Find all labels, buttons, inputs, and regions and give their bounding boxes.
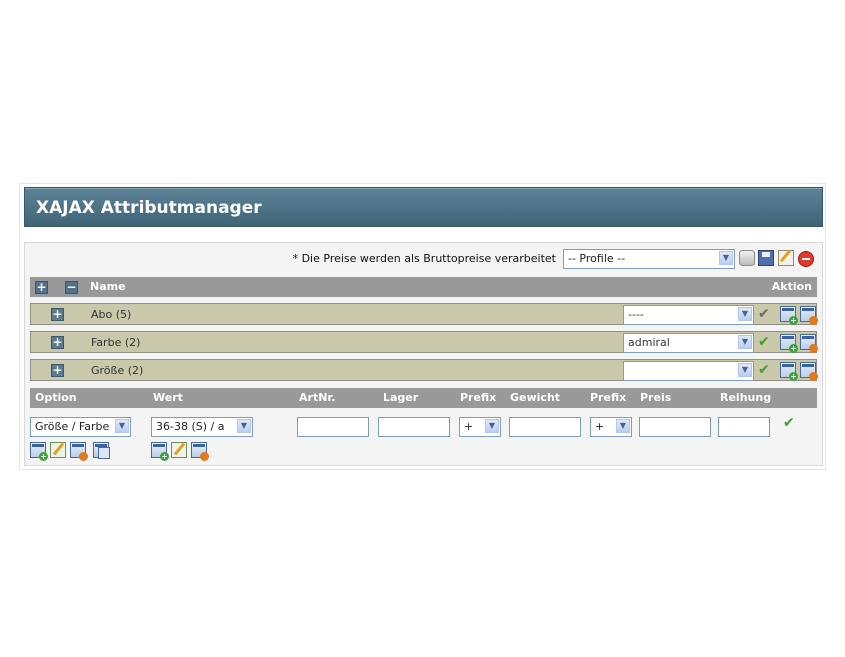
attribute-value-select[interactable]: ▼ bbox=[623, 361, 754, 381]
wert-select[interactable]: 36-38 (S) / a ▼ bbox=[151, 417, 253, 437]
page-title: XAJAX Attributmanager bbox=[36, 198, 262, 218]
lager-label: Lager bbox=[383, 391, 419, 404]
gewicht-input[interactable] bbox=[509, 417, 581, 437]
attribute-row-farbe: + Farbe (2) admiral ▼ ✔ bbox=[30, 331, 818, 353]
option-select-value: Größe / Farbe bbox=[35, 420, 110, 433]
attribute-value-select-value: admiral bbox=[628, 336, 670, 349]
column-name-label: Name bbox=[90, 280, 126, 293]
chevron-down-icon[interactable]: ▼ bbox=[738, 335, 752, 349]
prefix-label: Prefix bbox=[460, 391, 497, 404]
edit-option-icon[interactable] bbox=[50, 442, 66, 458]
remove-option-icon[interactable] bbox=[70, 442, 88, 461]
option-select[interactable]: Größe / Farbe ▼ bbox=[30, 417, 131, 437]
column-action-label: Aktion bbox=[771, 280, 812, 293]
chevron-down-icon[interactable]: ▼ bbox=[719, 251, 733, 265]
attribute-row-groesse: + Größe (2) ▼ ✔ bbox=[30, 359, 818, 381]
preis-label: Preis bbox=[640, 391, 672, 404]
edit-icon[interactable] bbox=[778, 250, 794, 266]
lager-input[interactable] bbox=[378, 417, 450, 437]
add-window-icon[interactable] bbox=[780, 334, 798, 353]
profile-select[interactable]: -- Profile -- ▼ bbox=[563, 249, 735, 269]
remove-window-icon[interactable] bbox=[800, 362, 818, 381]
chevron-down-icon[interactable]: ▼ bbox=[485, 419, 499, 433]
database-icon[interactable] bbox=[739, 250, 755, 266]
chevron-down-icon[interactable]: ▼ bbox=[115, 419, 129, 433]
attribute-value-select-value: ---- bbox=[628, 308, 644, 321]
attribute-name: Größe (2) bbox=[91, 364, 144, 377]
wert-select-value: 36-38 (S) / a bbox=[156, 420, 225, 433]
expand-icon[interactable]: + bbox=[51, 308, 64, 321]
price-notice: * Die Preise werden als Bruttopreise ver… bbox=[292, 252, 556, 265]
expand-icon[interactable]: + bbox=[51, 336, 64, 349]
attribute-value-select[interactable]: ---- ▼ bbox=[623, 305, 754, 325]
attribute-name: Farbe (2) bbox=[91, 336, 141, 349]
reihung-label: Reihung bbox=[720, 391, 772, 404]
edit-value-icon[interactable] bbox=[171, 442, 187, 458]
remove-window-icon[interactable] bbox=[800, 334, 818, 353]
attribute-value-select[interactable]: admiral ▼ bbox=[623, 333, 754, 353]
remove-value-icon[interactable] bbox=[191, 442, 209, 461]
add-value-icon[interactable] bbox=[151, 442, 169, 461]
chevron-down-icon[interactable]: ▼ bbox=[738, 307, 752, 321]
main-panel: * Die Preise werden als Bruttopreise ver… bbox=[24, 242, 823, 466]
expand-icon[interactable]: + bbox=[51, 364, 64, 377]
chevron-down-icon[interactable]: ▼ bbox=[738, 363, 752, 377]
gewicht-label: Gewicht bbox=[510, 391, 561, 404]
checkmark-icon[interactable]: ✔ bbox=[758, 306, 770, 322]
attribute-name: Abo (5) bbox=[91, 308, 132, 321]
add-option-icon[interactable] bbox=[30, 442, 48, 461]
add-window-icon[interactable] bbox=[780, 362, 798, 381]
remove-window-icon[interactable] bbox=[800, 306, 818, 325]
prefix-select-value: + bbox=[595, 420, 605, 433]
reihung-input[interactable] bbox=[718, 417, 770, 437]
prefix-label: Prefix bbox=[590, 391, 627, 404]
collapse-all-icon[interactable]: − bbox=[65, 281, 78, 294]
save-icon[interactable] bbox=[758, 250, 774, 266]
checkmark-icon[interactable]: ✔ bbox=[783, 415, 795, 431]
attribute-row-abo: + Abo (5) ---- ▼ ✔ bbox=[30, 303, 818, 325]
attribute-manager-frame: XAJAX Attributmanager * Die Preise werde… bbox=[19, 183, 826, 470]
chevron-down-icon[interactable]: ▼ bbox=[616, 419, 630, 433]
option-label: Option bbox=[35, 391, 77, 404]
profile-select-value: -- Profile -- bbox=[568, 252, 626, 265]
form-header: Option Wert ArtNr. Lager Prefix Gewicht … bbox=[30, 388, 817, 408]
attributes-header: + − Name Aktion bbox=[30, 277, 817, 297]
checkmark-icon[interactable]: ✔ bbox=[758, 362, 770, 378]
artnr-label: ArtNr. bbox=[299, 391, 336, 404]
delete-icon[interactable] bbox=[798, 251, 814, 267]
expand-all-icon[interactable]: + bbox=[35, 281, 48, 294]
copy-option-icon[interactable] bbox=[93, 442, 110, 459]
checkmark-icon[interactable]: ✔ bbox=[758, 334, 770, 350]
add-window-icon[interactable] bbox=[780, 306, 798, 325]
prefix-select[interactable]: + ▼ bbox=[459, 417, 501, 437]
prefix-select-value: + bbox=[464, 420, 474, 433]
wert-label: Wert bbox=[153, 391, 183, 404]
chevron-down-icon[interactable]: ▼ bbox=[237, 419, 251, 433]
preis-input[interactable] bbox=[639, 417, 711, 437]
prefix-select[interactable]: + ▼ bbox=[590, 417, 632, 437]
artnr-input[interactable] bbox=[297, 417, 369, 437]
title-bar: XAJAX Attributmanager bbox=[24, 187, 823, 227]
